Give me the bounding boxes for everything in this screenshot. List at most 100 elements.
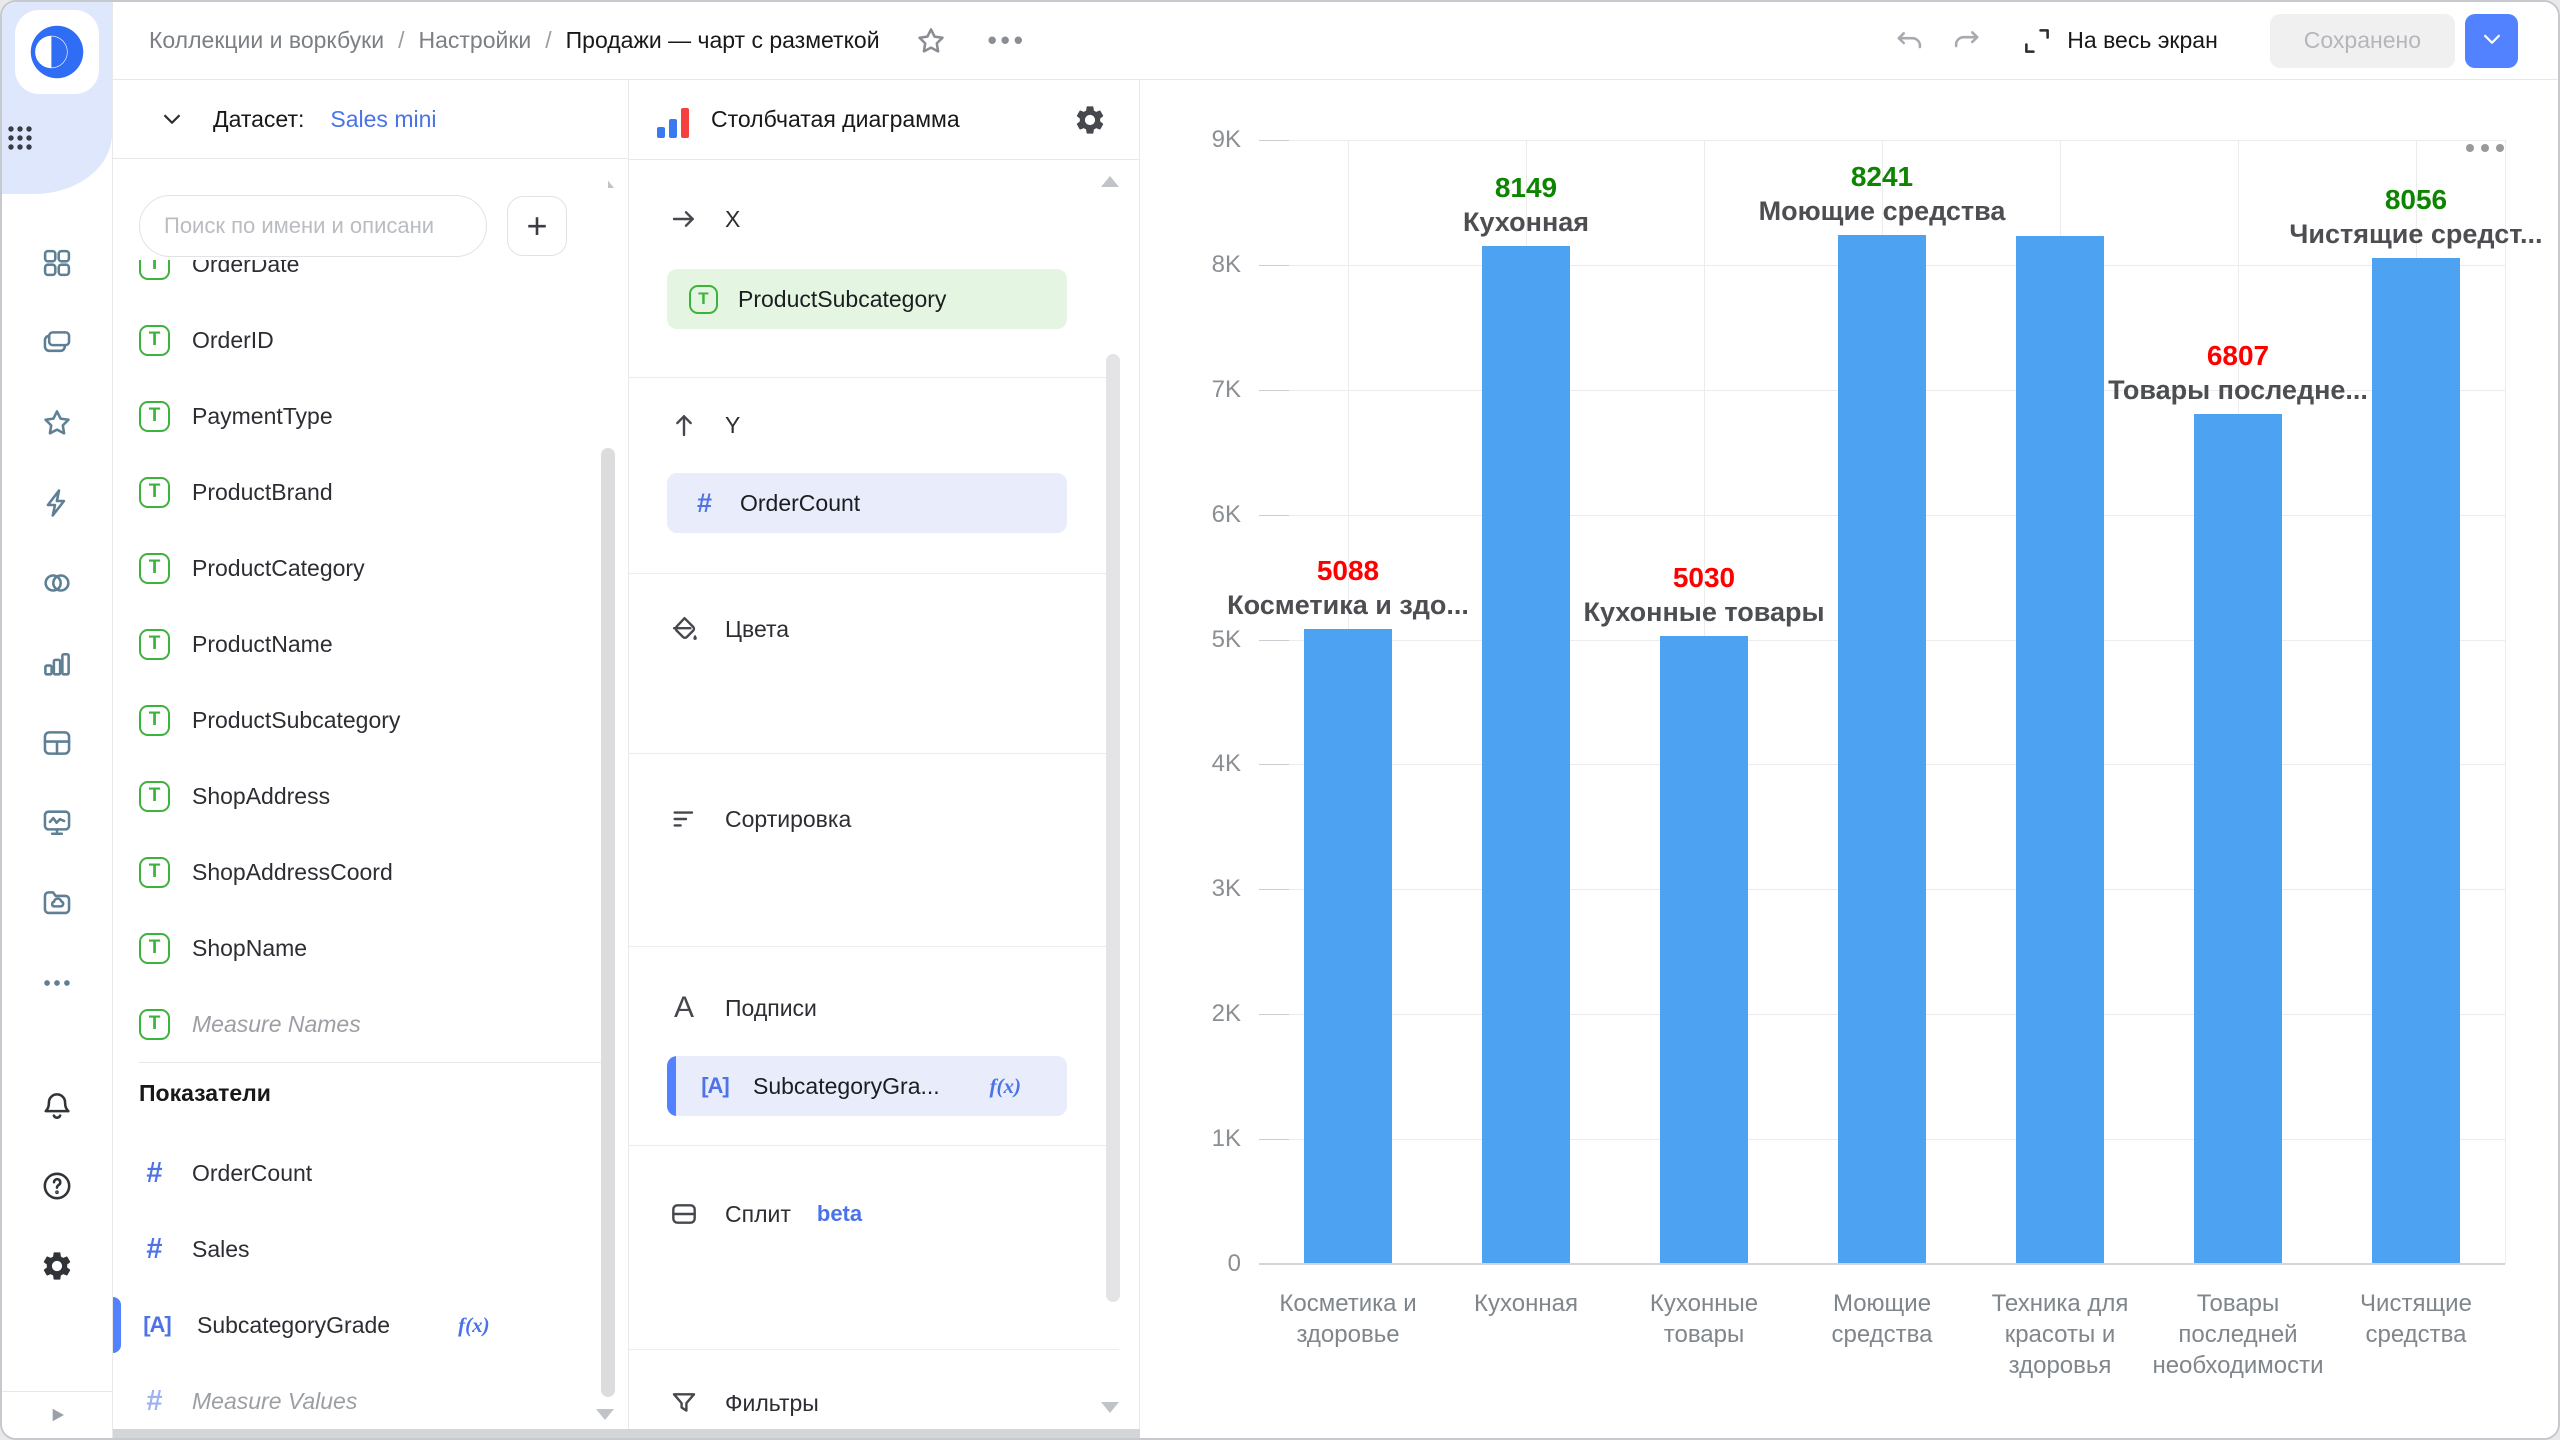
field-row[interactable]: TShopName	[113, 910, 608, 986]
help-icon[interactable]	[40, 1169, 74, 1203]
paint-bucket-icon	[667, 612, 701, 646]
field-row[interactable]: TProductBrand	[113, 454, 608, 530]
text-field-icon: T	[139, 629, 170, 660]
field-row[interactable]: TShopAddressCoord	[113, 834, 608, 910]
y-tick-label: 3K	[1141, 874, 1241, 904]
saved-button[interactable]: Сохранено	[2270, 14, 2455, 68]
number-field-icon: #	[139, 1157, 170, 1190]
section-labels: A Подписи	[629, 981, 1119, 1035]
y-field-chip[interactable]: # OrderCount	[667, 473, 1067, 533]
section-x: X	[629, 192, 1119, 246]
apps-grid-icon[interactable]	[2, 120, 36, 154]
number-field-icon: #	[139, 1233, 170, 1266]
bar[interactable]	[2194, 414, 2282, 1264]
monitoring-icon[interactable]	[40, 806, 74, 840]
gear-icon[interactable]	[1071, 101, 1109, 139]
notifications-icon[interactable]	[40, 1089, 74, 1123]
beta-badge: beta	[817, 1201, 862, 1227]
save-menu-button[interactable]	[2465, 14, 2518, 68]
tables-icon[interactable]	[40, 726, 74, 760]
scrollbar-thumb[interactable]	[1106, 354, 1120, 1302]
field-label: Sales	[192, 1236, 250, 1263]
field-row[interactable]: TShopAddress	[113, 758, 608, 834]
field-row[interactable]: #Measure Values	[113, 1363, 608, 1438]
chip-label: ProductSubcategory	[738, 286, 946, 313]
section-y-label: Y	[725, 412, 740, 439]
field-row[interactable]: #OrderCount	[113, 1135, 608, 1211]
favorites-icon[interactable]	[40, 406, 74, 440]
axis-tick	[1259, 640, 1289, 641]
bar[interactable]	[2372, 258, 2460, 1264]
array-field-icon: [A]	[697, 1073, 733, 1099]
field-row[interactable]: [A]SubcategoryGradef(x)	[113, 1287, 608, 1363]
x-field-chip[interactable]: T ProductSubcategory	[667, 269, 1067, 329]
scrollbar-thumb[interactable]	[601, 448, 615, 1397]
topbar-actions: На весь экран Сохранено	[1891, 14, 2518, 68]
axis-tick	[1259, 515, 1289, 516]
chart-config-panel: Столбчатая диаграмма X T ProductSubcateg…	[629, 80, 1140, 1438]
formula-icon: f(x)	[990, 1074, 1021, 1099]
storage-icon[interactable]	[40, 886, 74, 920]
quick-actions-icon[interactable]	[40, 486, 74, 520]
selected-accent	[667, 1056, 676, 1116]
connections-icon[interactable]	[40, 566, 74, 600]
data-label: 8056Чистящие средст...	[2196, 182, 2558, 251]
measures-header: Показатели	[139, 1080, 271, 1107]
y-tick-label: 8K	[1141, 250, 1241, 280]
charts-icon[interactable]	[40, 646, 74, 680]
favorite-star-icon[interactable]	[914, 24, 948, 58]
datalens-logo[interactable]	[15, 10, 99, 94]
undo-icon[interactable]	[1891, 23, 1927, 59]
redo-icon[interactable]	[1949, 23, 1985, 59]
data-label: 8241Моющие средства	[1662, 159, 2102, 228]
horizontal-scrollbar[interactable]	[113, 1429, 1140, 1440]
axis-tick	[1259, 889, 1289, 890]
search-input[interactable]	[139, 195, 487, 257]
chart-context-menu-button[interactable]	[2460, 138, 2510, 158]
dashboards-icon[interactable]	[40, 246, 74, 280]
add-field-button[interactable]: +	[507, 196, 567, 256]
field-row[interactable]: TProductCategory	[113, 530, 608, 606]
field-row[interactable]: TProductName	[113, 606, 608, 682]
breadcrumb-settings[interactable]: Настройки	[418, 27, 531, 54]
x-tick-label: Косметика и здоровье	[1259, 1288, 1437, 1350]
axis-tick	[1259, 390, 1289, 391]
selected-accent	[113, 1297, 121, 1353]
x-tick-label: Техника для красоты и здоровья	[1971, 1288, 2149, 1381]
fullscreen-label[interactable]: На весь экран	[2067, 27, 2218, 54]
field-row[interactable]: TOrderID	[113, 302, 608, 378]
collections-icon[interactable]	[40, 326, 74, 360]
data-label-category: Моющие средства	[1662, 194, 2102, 228]
column-chart-icon	[657, 102, 689, 138]
more-icon[interactable]	[40, 966, 74, 1000]
dataset-name-link[interactable]: Sales mini	[330, 106, 436, 133]
bar[interactable]	[1304, 629, 1392, 1264]
dataset-header[interactable]: Датасет: Sales mini	[113, 80, 628, 159]
field-row[interactable]: TPaymentType	[113, 378, 608, 454]
field-row[interactable]: TMeasure Names	[113, 986, 608, 1062]
field-label: ProductBrand	[192, 479, 333, 506]
dataset-label: Датасет:	[213, 106, 304, 133]
expand-rail-button[interactable]	[2, 1391, 112, 1438]
scroll-down-arrow[interactable]	[596, 1409, 614, 1420]
number-field-icon: #	[689, 488, 720, 519]
scroll-up-arrow[interactable]	[1101, 176, 1119, 187]
data-label-value: 8056	[2196, 182, 2558, 217]
labels-field-chip[interactable]: [A] SubcategoryGra... f(x)	[667, 1056, 1067, 1116]
section-colors: Цвета	[629, 602, 1119, 656]
scroll-down-arrow[interactable]	[1101, 1402, 1119, 1413]
divider	[629, 753, 1119, 754]
more-actions-icon[interactable]: •••	[988, 25, 1027, 56]
field-row[interactable]: # Sales	[113, 1211, 608, 1287]
arrow-right-icon	[667, 202, 701, 236]
page-title: Продажи — чарт с разметкой	[566, 27, 880, 54]
bar[interactable]	[1482, 246, 1570, 1264]
settings-icon[interactable]	[40, 1249, 74, 1283]
x-tick-label: Товары последней необходимости	[2149, 1288, 2327, 1381]
breadcrumb-collections[interactable]: Коллекции и воркбуки	[149, 27, 384, 54]
fullscreen-icon[interactable]	[2019, 23, 2055, 59]
bar[interactable]	[1838, 235, 1926, 1264]
field-row[interactable]: TProductSubcategory	[113, 682, 608, 758]
bar[interactable]	[1660, 636, 1748, 1264]
chart-type-label[interactable]: Столбчатая диаграмма	[711, 106, 960, 133]
